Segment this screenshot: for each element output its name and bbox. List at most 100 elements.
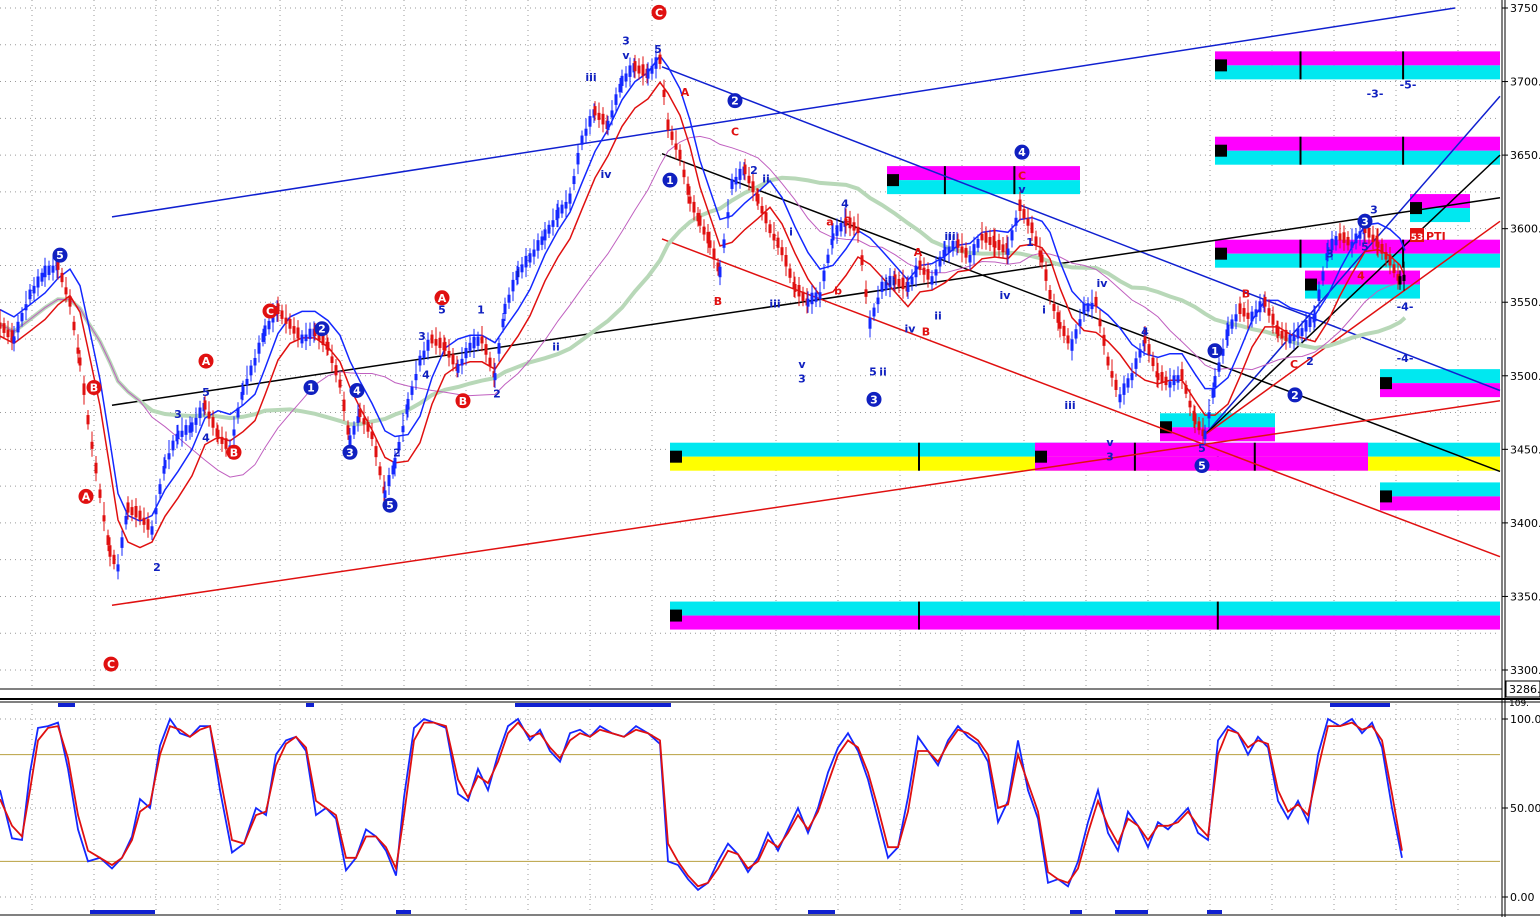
price-bar-body xyxy=(326,341,330,351)
wave-label: B xyxy=(1242,287,1250,300)
wave-label: iii xyxy=(585,71,596,84)
price-bar-body xyxy=(1082,303,1086,314)
price-bar-body xyxy=(1018,199,1022,212)
price-bar-body xyxy=(1226,324,1230,337)
wave-label: 5 xyxy=(56,249,64,262)
price-bar-body xyxy=(16,321,20,333)
price-bar-body xyxy=(831,233,835,241)
price-bar-body xyxy=(98,489,102,498)
price-bar-body xyxy=(1056,312,1060,323)
price-bar-body xyxy=(245,378,249,386)
price-bar-body xyxy=(624,73,628,82)
blue-mark xyxy=(1070,910,1082,914)
price-bar-body xyxy=(211,417,215,428)
price-bar-body xyxy=(1138,349,1142,358)
chart-canvas: 5C2AABAC1 4BB 35C214312533v 5iiiiviii153423… xyxy=(0,0,1540,917)
price-bar-body xyxy=(976,238,980,248)
wave-label: b xyxy=(834,284,842,297)
wave-label: 1 xyxy=(307,382,315,395)
price-bar-body xyxy=(253,357,257,366)
wave-label: A xyxy=(681,86,690,99)
blue-mark xyxy=(515,703,671,707)
price-bar-body xyxy=(124,515,128,525)
price-bar-body xyxy=(1048,290,1052,300)
price-bar-body xyxy=(1044,269,1048,281)
price-bar-body xyxy=(826,254,830,264)
price-bar-body xyxy=(876,297,880,305)
wave-label: C xyxy=(107,658,115,671)
price-bar-body xyxy=(418,355,422,366)
price-bar-body xyxy=(443,341,447,351)
price-bar-body xyxy=(280,310,284,319)
price-bar-body xyxy=(628,65,632,77)
price-bar-body xyxy=(1217,362,1221,372)
price-bar-body xyxy=(134,506,138,518)
price-bar-body xyxy=(1300,328,1304,337)
price-bar-body xyxy=(216,429,220,440)
price-bar-body xyxy=(1367,227,1371,238)
price-bar-body xyxy=(406,399,410,410)
price-bar-body xyxy=(806,298,810,307)
price-bar-body xyxy=(180,430,184,437)
price-bar-body xyxy=(1317,289,1321,301)
price-bar-body xyxy=(1188,400,1192,408)
price-bar-body xyxy=(503,303,507,314)
price-bar-body xyxy=(387,475,391,487)
wave-label: 3 xyxy=(418,330,426,343)
price-bar-body xyxy=(860,255,864,265)
price-bar-body xyxy=(620,75,624,86)
price-bar-body xyxy=(1242,308,1246,317)
wave-label: 3 xyxy=(1370,204,1378,217)
wave-label: 2 xyxy=(731,95,739,108)
price-bar-body xyxy=(426,339,430,351)
price-bar-body xyxy=(40,272,44,282)
zone-marker xyxy=(887,174,899,187)
price-bar-body xyxy=(0,322,2,329)
price-bar-body xyxy=(1006,248,1010,256)
price-bar-body xyxy=(300,334,304,344)
wave-label: 3 xyxy=(346,446,354,459)
zone-marker xyxy=(1380,377,1392,390)
wave-label: i xyxy=(1042,304,1046,317)
wave-label: 4 xyxy=(1018,146,1026,159)
price-bar-body xyxy=(784,254,788,267)
price-bar-body xyxy=(1238,303,1242,314)
price-bar-body xyxy=(1258,301,1262,313)
price-bar-body xyxy=(980,233,984,241)
price-bar-body xyxy=(267,320,271,330)
price-bar-body xyxy=(184,425,188,435)
oscillator-top-label: 109. xyxy=(1509,699,1529,709)
zone-band xyxy=(1380,496,1500,511)
price-bar-body xyxy=(60,272,64,283)
zone-marker xyxy=(1035,450,1047,463)
zone-band xyxy=(1215,150,1500,165)
wave-label: 1 xyxy=(1026,236,1034,249)
price-bar-body xyxy=(1384,252,1388,260)
price-bar-body xyxy=(674,143,678,150)
wave-label: B xyxy=(714,295,722,308)
price-bar-body xyxy=(493,373,497,381)
price-bar-body xyxy=(1102,334,1106,346)
price-bar-body xyxy=(880,281,884,292)
price-bar-body xyxy=(1207,412,1211,419)
zone-marker xyxy=(1305,278,1317,291)
price-bar-body xyxy=(536,240,540,251)
zone-band xyxy=(670,615,1500,630)
axis-tick-label: 3300. xyxy=(1510,664,1540,677)
price-bar-body xyxy=(692,201,696,213)
price-bar-body xyxy=(1304,320,1308,332)
price-bar-body xyxy=(856,226,860,234)
price-bar-body xyxy=(241,386,245,395)
wave-label: 2 xyxy=(153,561,161,574)
price-bar-body xyxy=(346,425,350,435)
wave-label: 3 xyxy=(1361,215,1369,228)
wave-label: v xyxy=(1106,436,1114,449)
price-bar-body xyxy=(102,515,106,522)
price-bar-body xyxy=(960,246,964,253)
blue-mark xyxy=(396,910,411,914)
wave-label: v xyxy=(1018,183,1026,196)
price-bar-body xyxy=(964,247,968,258)
wave-label: 3 xyxy=(1326,248,1334,261)
price-bar-body xyxy=(1392,264,1396,274)
price-bar-body xyxy=(366,421,370,432)
